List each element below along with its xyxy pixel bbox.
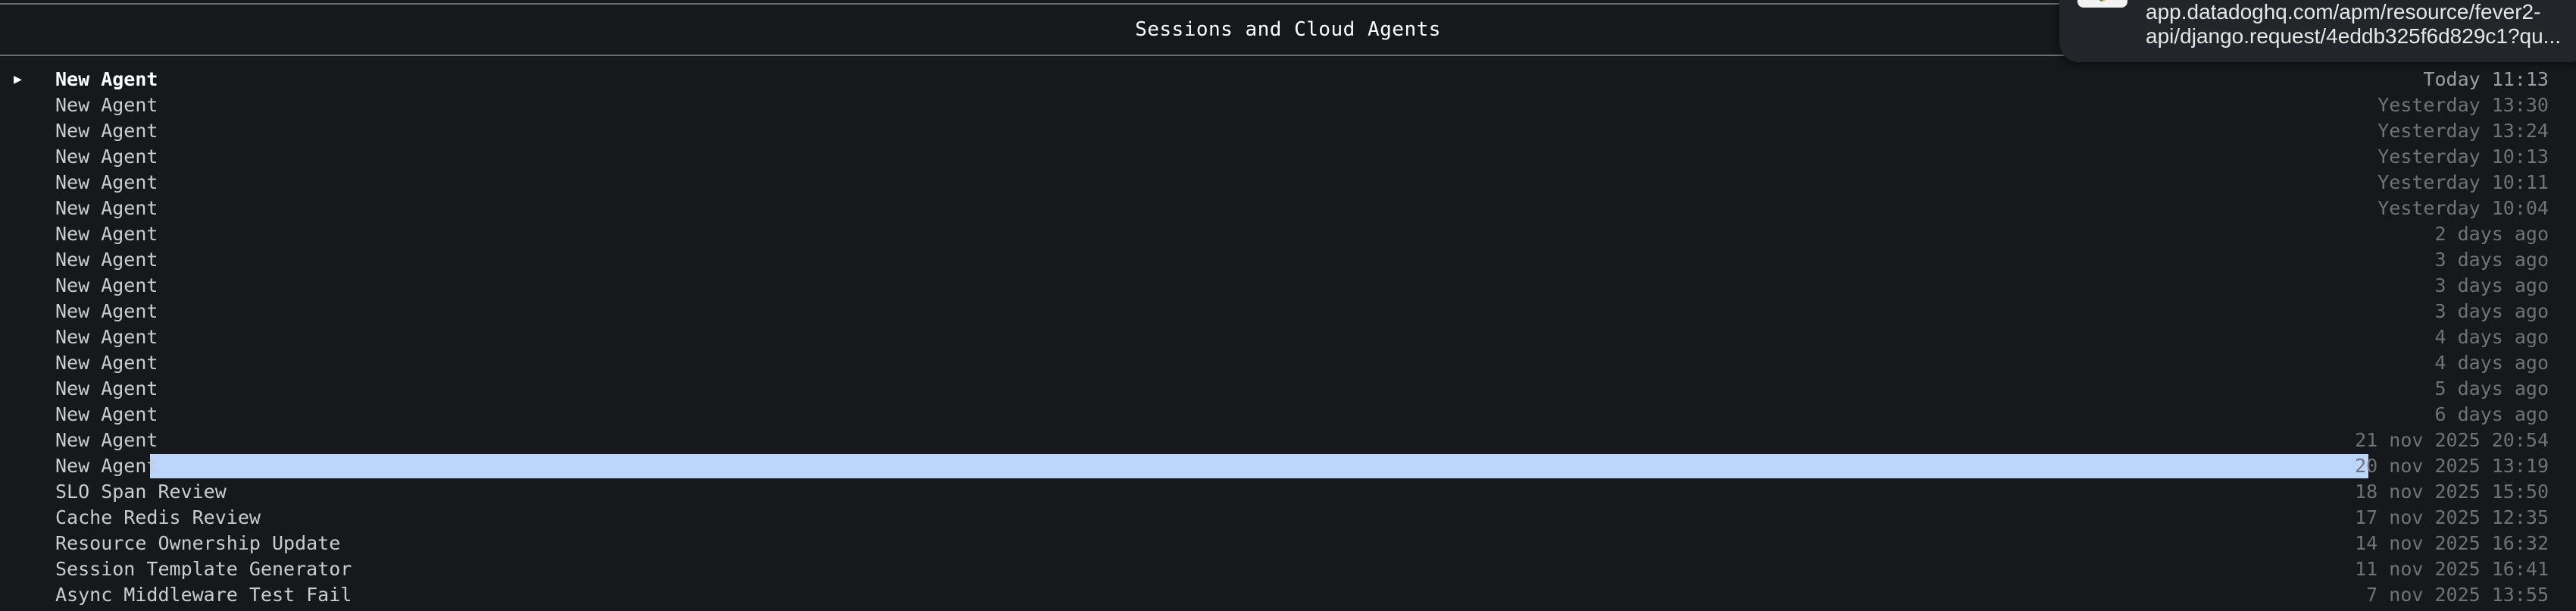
session-row[interactable]: New Agent 21 nov 2025 20:54 [0, 428, 2576, 453]
session-name: New Agent [55, 300, 158, 322]
session-row[interactable]: New Agent 3 days ago [0, 273, 2576, 299]
session-timestamp: 17 nov 2025 12:35 [2355, 506, 2549, 528]
session-row[interactable]: New Agent 20 nov 2025 13:19 [0, 453, 2576, 479]
session-timestamp: 3 days ago [2434, 300, 2549, 322]
session-name: New Agent [55, 120, 158, 142]
notification-banner[interactable]: app.datadoghq.com/apm/resource/fever2- a… [2059, 0, 2576, 62]
session-timestamp: 7 nov 2025 13:55 [2366, 584, 2549, 606]
session-name: New Agent [55, 352, 158, 374]
session-name: New Agent [55, 378, 158, 400]
session-row[interactable]: ▶ New Agent Today 11:13 [0, 67, 2576, 92]
session-timestamp: 2 days ago [2434, 223, 2549, 245]
session-timestamp: 6 days ago [2434, 403, 2549, 425]
session-timestamp: 4 days ago [2434, 352, 2549, 374]
session-name: New Agent [55, 197, 158, 219]
session-timestamp: Yesterday 10:11 [2377, 171, 2549, 193]
session-timestamp: 21 nov 2025 20:54 [2355, 429, 2549, 451]
session-name: Session Template Generator [55, 558, 352, 580]
session-name: New Agent [55, 223, 158, 245]
session-name: New Agent [55, 429, 158, 451]
session-name: New Agent [55, 249, 158, 271]
session-row[interactable]: New Agent Yesterday 13:30 [0, 92, 2576, 118]
browser-app-icon [2077, 0, 2127, 8]
session-timestamp: 3 days ago [2434, 249, 2549, 271]
session-timestamp: 5 days ago [2434, 378, 2549, 400]
session-row[interactable]: Async Middleware Test Fail 7 nov 2025 13:… [0, 582, 2576, 608]
session-name: Cache Redis Review [55, 506, 261, 528]
session-row[interactable]: Session Template Generator 11 nov 2025 16… [0, 556, 2576, 582]
session-timestamp: 4 days ago [2434, 326, 2549, 348]
session-row[interactable]: New Agent Yesterday 10:11 [0, 170, 2576, 196]
session-name: New Agent [55, 403, 158, 425]
notification-line-2: api/django.request/4eddb325f6d829c1?qu..… [2146, 24, 2562, 48]
session-timestamp: 14 nov 2025 16:32 [2355, 532, 2549, 554]
session-timestamp: 3 days ago [2434, 274, 2549, 296]
session-name: SLO Span Review [55, 481, 227, 503]
notification-line-1: app.datadoghq.com/apm/resource/fever2- [2146, 0, 2541, 24]
session-row[interactable]: New Agent Yesterday 10:13 [0, 144, 2576, 170]
session-row[interactable]: New Agent 4 days ago [0, 324, 2576, 350]
text-selection-highlight [150, 454, 2368, 478]
notification-body: app.datadoghq.com/apm/resource/fever2- a… [2146, 0, 2570, 49]
session-timestamp: 11 nov 2025 16:41 [2355, 558, 2549, 580]
session-list: ▶ New Agent Today 11:13 New Agent Yesterday … [0, 67, 2576, 608]
session-timestamp: Yesterday 10:04 [2377, 197, 2549, 219]
session-row[interactable]: SLO Span Review 18 nov 2025 15:50 [0, 479, 2576, 505]
session-name: Resource Ownership Update [55, 532, 341, 554]
session-name: New Agent [55, 146, 158, 168]
session-name: New Agent [55, 326, 158, 348]
session-timestamp: Today 11:13 [2423, 68, 2549, 90]
session-name: New Agent [55, 171, 158, 193]
session-name: Async Middleware Test Fail [55, 584, 352, 606]
session-row[interactable]: New Agent 3 days ago [0, 247, 2576, 273]
session-row[interactable]: New Agent 3 days ago [0, 299, 2576, 324]
session-timestamp: Yesterday 10:13 [2377, 146, 2549, 168]
session-name: New Agent [55, 455, 158, 477]
session-row[interactable]: New Agent Yesterday 13:24 [0, 118, 2576, 144]
session-row[interactable]: Cache Redis Review 17 nov 2025 12:35 [0, 505, 2576, 531]
session-timestamp: Yesterday 13:30 [2377, 94, 2549, 116]
session-row[interactable]: Resource Ownership Update 14 nov 2025 16:… [0, 531, 2576, 556]
session-name: New Agent [55, 68, 158, 90]
session-row[interactable]: New Agent 4 days ago [0, 350, 2576, 376]
active-session-marker-icon: ▶ [14, 71, 22, 87]
session-row[interactable]: New Agent 2 days ago [0, 221, 2576, 247]
session-row[interactable]: New Agent 6 days ago [0, 402, 2576, 428]
session-timestamp: Yesterday 13:24 [2377, 120, 2549, 142]
session-name: New Agent [55, 274, 158, 296]
session-row[interactable]: New Agent 5 days ago [0, 376, 2576, 402]
session-row[interactable]: New Agent Yesterday 10:04 [0, 196, 2576, 221]
session-timestamp: 20 nov 2025 13:19 [2355, 455, 2549, 477]
session-timestamp: 18 nov 2025 15:50 [2355, 481, 2549, 503]
session-name: New Agent [55, 94, 158, 116]
